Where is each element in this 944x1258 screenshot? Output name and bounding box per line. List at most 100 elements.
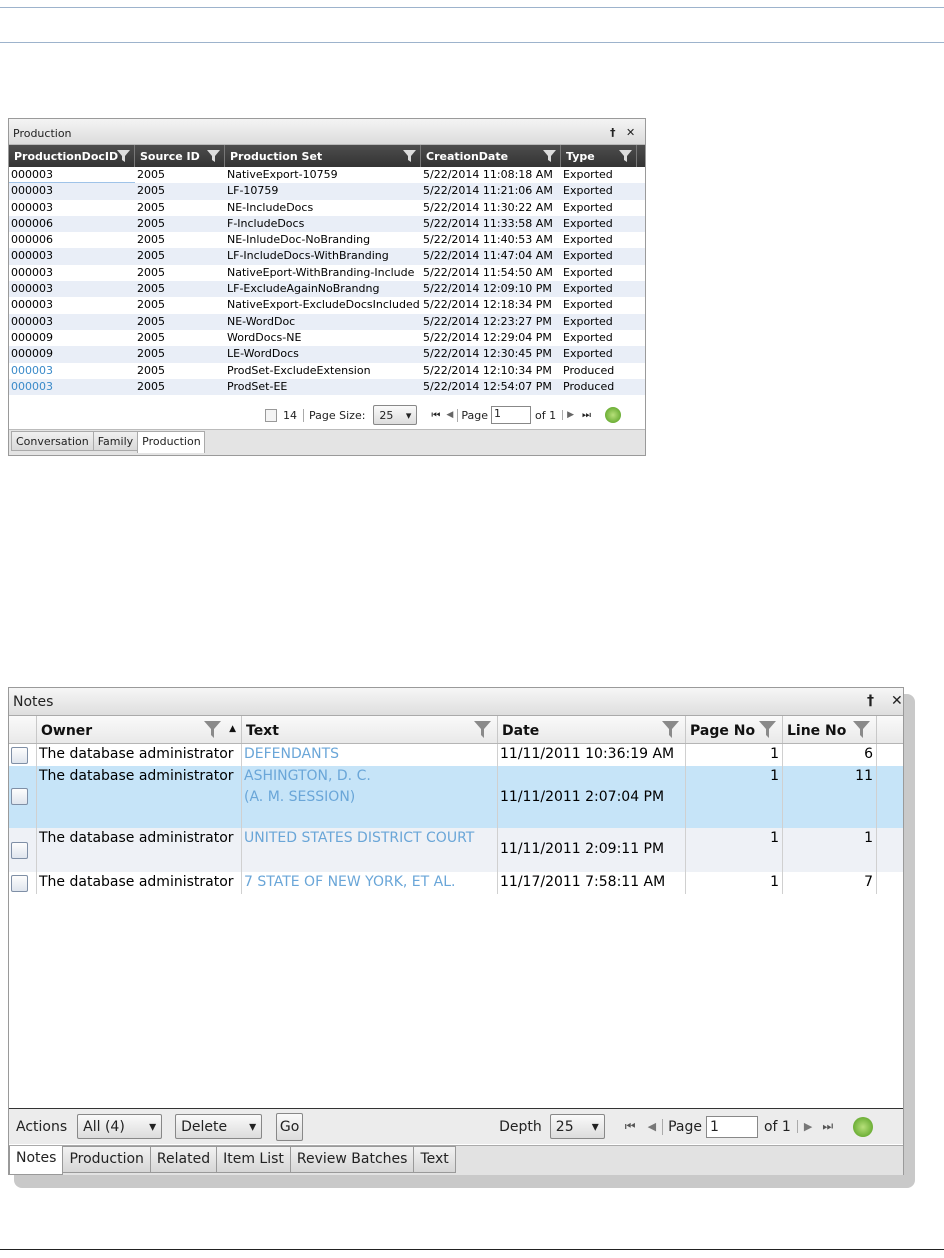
row-select[interactable] (9, 872, 37, 894)
filter-icon[interactable] (474, 720, 491, 739)
last-page-icon[interactable]: ⏭ (582, 410, 591, 421)
cell-production-set: NativeExport-10759 (227, 168, 338, 181)
tab-review-batches[interactable]: Review Batches (289, 1146, 415, 1173)
tab-conversation[interactable]: Conversation (11, 431, 94, 451)
column-header-production-set[interactable]: Production Set (225, 145, 421, 167)
row-checkbox[interactable] (11, 788, 28, 805)
column-header-page-no[interactable]: Page No (686, 716, 783, 743)
cell-source-id: 2005 (137, 314, 165, 328)
first-page-icon[interactable]: ⏮ (625, 1119, 636, 1134)
row-checkbox[interactable] (11, 875, 28, 892)
filter-icon[interactable] (204, 720, 221, 739)
tab-text[interactable]: Text (413, 1146, 456, 1173)
column-header-productiondocid[interactable]: ProductionDocID (9, 145, 135, 167)
filter-icon[interactable] (207, 149, 220, 163)
filter-icon[interactable] (759, 720, 776, 739)
prev-page-icon[interactable]: ◀ (648, 1120, 656, 1133)
table-row[interactable]: 000003 2005 NativeEport-WithBranding-Inclu… (9, 265, 645, 281)
table-row[interactable]: 000003 2005 ProdSet-ExcludeExtension 5/22/2… (9, 363, 645, 379)
note-text-line[interactable]: ASHINGTON, D. C. (244, 766, 497, 787)
table-row[interactable]: 000003 2005 ProdSet-EE 5/22/2014 12:54:07 P… (9, 378, 645, 396)
table-row[interactable]: The database administrator UNITED STATES … (9, 828, 903, 872)
cell-production-set: NE-InludeDoc-NoBranding (227, 233, 371, 247)
cell-creationdate: 5/22/2014 12:29:04 PM (423, 330, 552, 344)
page-label: Page (662, 1118, 702, 1135)
table-row[interactable]: 000003 2005 NE-IncludeDocs 5/22/2014 11:30:… (9, 200, 645, 216)
close-icon[interactable]: ✕ (626, 126, 635, 139)
pin-icon[interactable]: † (867, 693, 874, 709)
note-text-line[interactable]: (A. M. SESSION) (244, 787, 497, 808)
prev-page-icon[interactable]: ◀ (446, 410, 453, 420)
cell-type: Exported (563, 298, 613, 312)
table-row[interactable]: 000006 2005 F-IncludeDocs 5/22/2014 11:33:5… (9, 215, 645, 233)
filter-icon[interactable] (853, 720, 870, 739)
cell-owner: The database administrator (37, 828, 242, 872)
first-page-icon[interactable]: ⏮ (431, 410, 440, 421)
depth-select[interactable]: 25 ▾ (549, 1114, 605, 1139)
filter-icon[interactable] (662, 720, 679, 739)
next-page-icon[interactable]: ▶ (796, 1120, 812, 1133)
next-page-icon[interactable]: ▶ (562, 410, 574, 420)
record-count: 14 (283, 408, 297, 422)
table-row[interactable]: 000003 2005 NativeExport-ExcludeDocsInclud… (9, 297, 645, 313)
notes-grid-header: Owner ▲ Text Date Page No Line No (9, 716, 903, 744)
tab-family[interactable]: Family (92, 431, 139, 451)
cell-productiondocid[interactable]: 000003 (9, 379, 135, 395)
table-row[interactable]: 000003 2005 LF-ExcludeAgainNoBrandng 5/22/2… (9, 281, 645, 298)
note-text-line[interactable]: UNITED STATES DISTRICT COURT (244, 828, 497, 849)
tab-notes[interactable]: Notes (9, 1146, 64, 1175)
column-header-line-no[interactable]: Line No (783, 716, 877, 743)
go-button[interactable]: Go (276, 1112, 304, 1141)
filter-icon[interactable] (543, 149, 556, 163)
table-row[interactable]: The database administrator DEFENDANTS 11/1… (9, 744, 903, 766)
cell-productiondocid[interactable]: 000003 (9, 363, 135, 379)
header-rule (0, 42, 944, 43)
tab-production[interactable]: Production (62, 1146, 151, 1173)
cell-owner: The database administrator (37, 766, 242, 828)
filter-icon[interactable] (403, 149, 416, 163)
refresh-icon[interactable] (605, 407, 622, 423)
note-text-line[interactable]: DEFENDANTS (244, 744, 497, 765)
tab-related[interactable]: Related (149, 1146, 218, 1173)
column-header-date[interactable]: Date (498, 716, 686, 743)
chevron-down-icon: ▾ (249, 1118, 257, 1135)
column-header-creationdate[interactable]: CreationDate (421, 145, 561, 167)
row-select[interactable] (9, 744, 37, 766)
cell-production-set: LF-ExcludeAgainNoBrandng (227, 282, 380, 296)
page-number-input[interactable]: 1 (490, 406, 531, 424)
row-checkbox[interactable] (11, 747, 28, 764)
close-icon[interactable]: ✕ (891, 693, 903, 709)
table-row[interactable]: 000003 2005 LF-10759 5/22/2014 11:21:06 AM E… (9, 183, 645, 200)
filter-icon[interactable] (117, 149, 130, 163)
tab-production[interactable]: Production (137, 431, 206, 453)
table-row[interactable]: 000003 2005 NE-WordDoc 5/22/2014 12:23:27 P… (9, 313, 645, 330)
table-row[interactable]: 000006 2005 NE-InludeDoc-NoBranding 5/22/20… (9, 232, 645, 248)
last-page-icon[interactable]: ⏭ (822, 1119, 833, 1134)
row-select[interactable] (9, 828, 37, 872)
cell-creationdate: 5/22/2014 12:54:07 PM (423, 379, 552, 393)
cell-creationdate: 5/22/2014 12:18:34 PM (423, 298, 552, 312)
table-row[interactable]: 000009 2005 WordDocs-NE 5/22/2014 12:29:04 … (9, 330, 645, 346)
table-row[interactable]: 000003 2005 LF-IncludeDocs-WithBranding 5/2… (9, 248, 645, 265)
cell-productiondocid: 000003 (11, 249, 53, 263)
row-checkbox[interactable] (11, 842, 28, 859)
table-row[interactable]: The database administrator ASHINGTON, D. … (9, 766, 903, 828)
table-row[interactable]: 000009 2005 LE-WordDocs 5/22/2014 12:30:45 … (9, 346, 645, 363)
action-select[interactable]: Delete ▾ (175, 1114, 263, 1139)
refresh-icon[interactable] (853, 1116, 874, 1137)
page-size-select[interactable]: 25 ▾ (373, 405, 418, 425)
row-select[interactable] (9, 766, 37, 828)
table-row[interactable]: 000003 2005 NativeExport-10759 5/22/2014 11… (9, 167, 645, 184)
column-header-owner[interactable]: Owner ▲ (37, 716, 242, 743)
pin-icon[interactable]: † (610, 126, 616, 139)
filter-icon[interactable] (619, 149, 632, 163)
note-text-line[interactable]: 7 STATE OF NEW YORK, ET AL. (244, 872, 497, 893)
column-header-text[interactable]: Text (242, 716, 498, 743)
tab-item-list[interactable]: Item List (216, 1146, 291, 1173)
page-number-input[interactable]: 1 (705, 1115, 758, 1138)
cell-page-no: 1 (686, 744, 783, 766)
filter-select[interactable]: All (4) ▾ (77, 1114, 163, 1139)
column-header-type[interactable]: Type (561, 145, 637, 167)
column-header-source-id[interactable]: Source ID (135, 145, 225, 167)
table-row[interactable]: The database administrator 7 STATE OF NEW… (9, 872, 903, 894)
